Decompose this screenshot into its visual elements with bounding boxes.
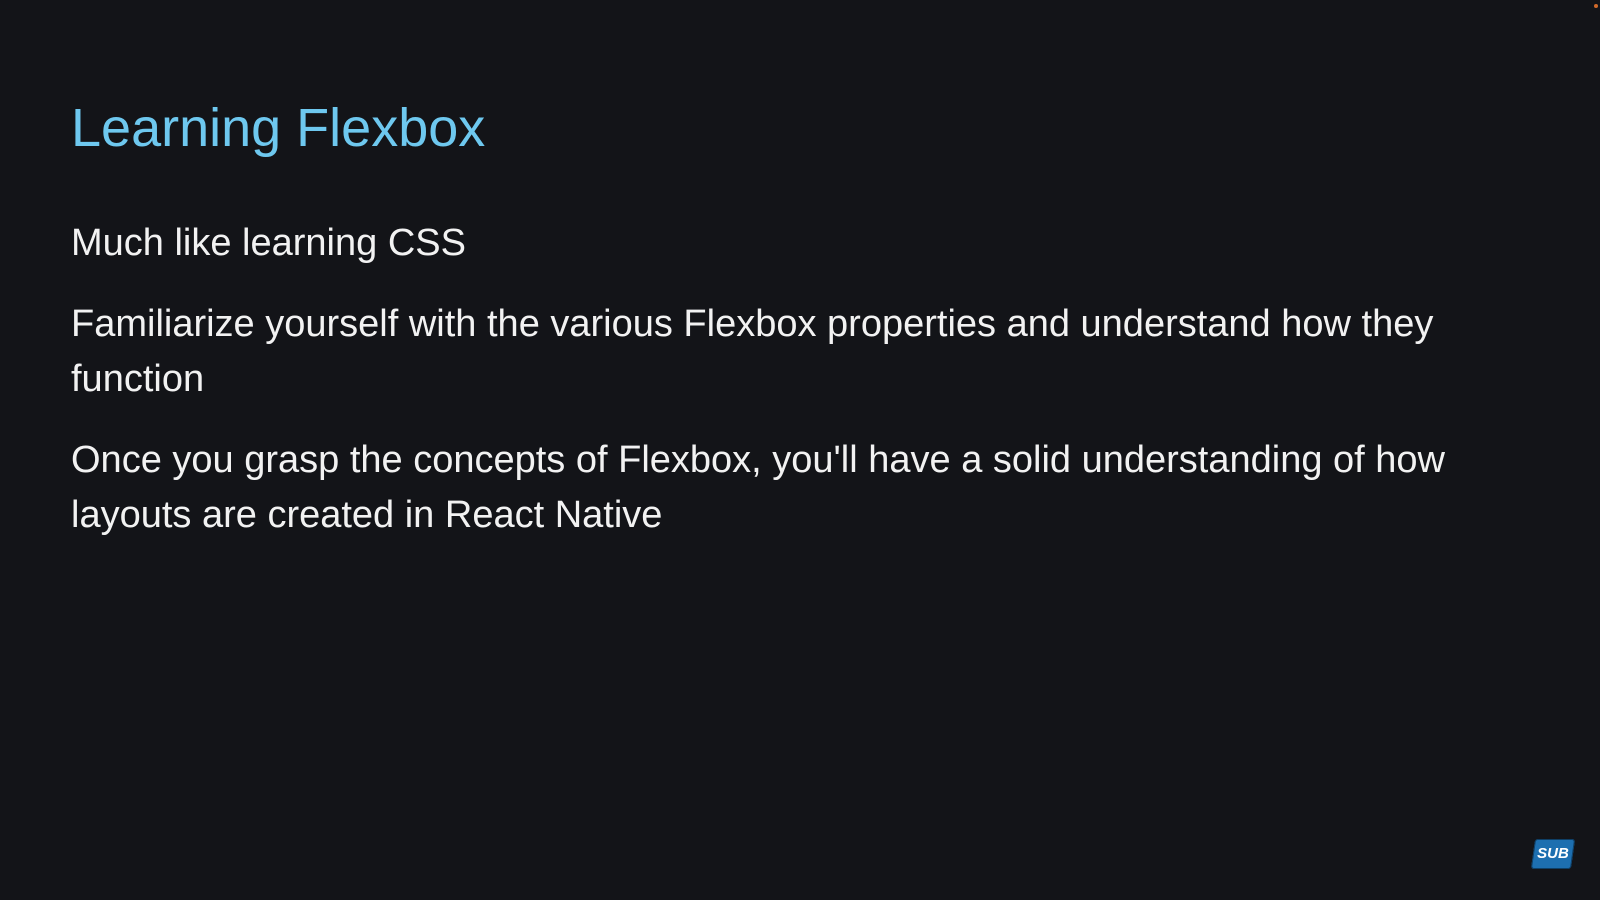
slide-bullet-list: Much like learning CSS Familiarize yours…	[71, 216, 1531, 569]
presentation-slide: Learning Flexbox Much like learning CSS …	[0, 0, 1600, 900]
bullet-item-2: Familiarize yourself with the various Fl…	[71, 303, 1434, 400]
subscribe-badge-label: SUB	[1537, 845, 1569, 862]
subscribe-icon[interactable]: SUB	[1530, 839, 1576, 869]
recording-indicator-dot	[1594, 4, 1598, 8]
slide-title: Learning Flexbox	[71, 98, 486, 158]
bullet-item-3: Once you grasp the concepts of Flexbox, …	[71, 439, 1445, 536]
bullet-item-1: Much like learning CSS	[71, 222, 466, 264]
